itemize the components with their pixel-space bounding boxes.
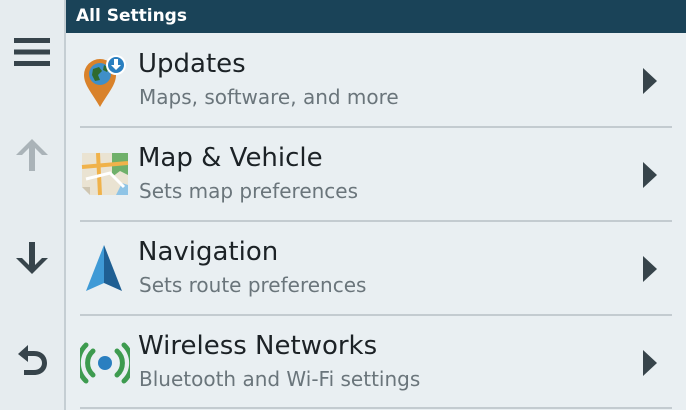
settings-item-title: Map & Vehicle xyxy=(138,143,323,173)
arrow-up-icon xyxy=(16,139,48,171)
back-return-icon xyxy=(18,345,47,375)
settings-item-subtitle: Maps, software, and more xyxy=(139,85,399,109)
settings-item-navigation[interactable]: Navigation Sets route preferences xyxy=(66,221,686,315)
map-icon xyxy=(81,152,129,196)
chevron-right-icon xyxy=(643,68,657,94)
chevron-right-icon xyxy=(643,350,657,376)
list-divider xyxy=(80,407,672,409)
settings-item-map-vehicle[interactable]: Map & Vehicle Sets map preferences xyxy=(66,127,686,221)
updates-globe-pin-icon xyxy=(84,55,126,107)
hamburger-menu-icon xyxy=(14,38,50,66)
page-title: All Settings xyxy=(76,6,187,26)
settings-item-updates[interactable]: Updates Maps, software, and more xyxy=(66,33,686,127)
chevron-right-icon xyxy=(643,162,657,188)
scroll-down-button[interactable] xyxy=(0,228,64,288)
settings-item-title: Updates xyxy=(138,49,246,79)
settings-item-title: Navigation xyxy=(138,237,279,267)
wireless-icon xyxy=(80,342,130,384)
scroll-up-button[interactable] xyxy=(0,125,64,185)
settings-item-subtitle: Sets route preferences xyxy=(139,273,367,297)
back-button[interactable] xyxy=(0,330,64,390)
navigation-arrow-icon xyxy=(86,245,122,291)
settings-item-wireless-networks[interactable]: Wireless Networks Bluetooth and Wi-Fi se… xyxy=(66,315,686,409)
settings-item-subtitle: Bluetooth and Wi-Fi settings xyxy=(139,367,421,391)
arrow-down-icon xyxy=(16,242,48,274)
sidebar xyxy=(0,0,66,410)
settings-item-title: Wireless Networks xyxy=(138,331,378,361)
title-bar: All Settings xyxy=(66,0,686,33)
settings-item-subtitle: Sets map preferences xyxy=(139,179,359,203)
menu-button[interactable] xyxy=(0,22,64,82)
chevron-right-icon xyxy=(643,256,657,282)
settings-list: Updates Maps, software, and more Map & V… xyxy=(66,33,686,410)
